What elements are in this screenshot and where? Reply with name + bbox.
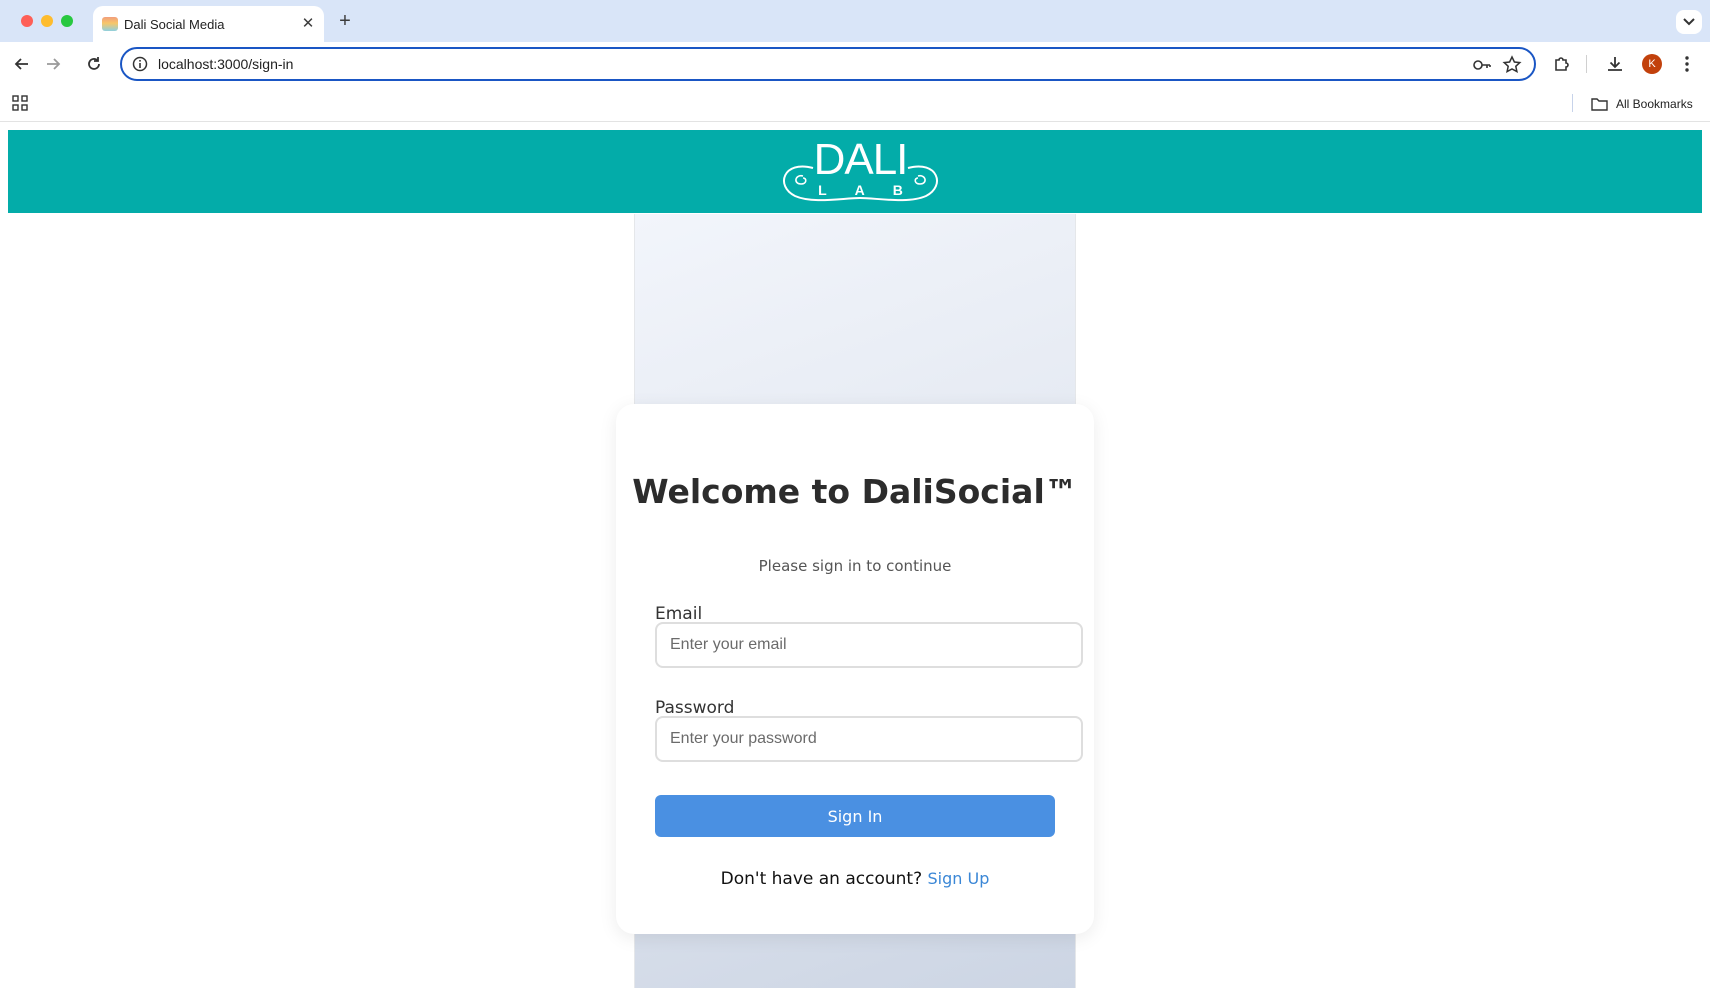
password-label: Password (655, 698, 735, 718)
download-icon (1608, 57, 1622, 71)
info-icon[interactable] (132, 56, 148, 72)
bookmarks-divider (1572, 94, 1573, 112)
reload-button[interactable] (81, 51, 107, 77)
extensions-button[interactable] (1551, 53, 1573, 75)
toolbar-divider (1586, 55, 1587, 73)
address-bar[interactable]: localhost:3000/sign-in (120, 47, 1536, 81)
star-icon[interactable] (1502, 55, 1522, 75)
email-field[interactable] (655, 622, 1083, 668)
apps-button[interactable] (12, 95, 28, 111)
more-vertical-icon (1685, 56, 1689, 72)
arrow-right-icon (47, 58, 61, 70)
signup-prompt-text: Don't have an account? (720, 869, 923, 889)
tab-title: Dali Social Media (124, 17, 225, 32)
folder-icon (1591, 98, 1608, 111)
arrow-left-icon (14, 58, 28, 70)
page-subtitle: Please sign in to continue (758, 557, 952, 575)
url-text[interactable]: localhost:3000/sign-in (158, 56, 293, 72)
close-window-button[interactable] (21, 15, 33, 27)
sign-in-button[interactable]: Sign In (655, 795, 1055, 837)
downloads-button[interactable] (1604, 53, 1626, 75)
favicon-icon (102, 17, 118, 31)
all-bookmarks-label: All Bookmarks (1616, 97, 1693, 111)
bookmarks-bar: All Bookmarks (0, 86, 1710, 122)
new-tab-button[interactable]: + (334, 10, 356, 32)
page-viewport: DALI LAB Welcome to DaliSocial™ Please s… (0, 122, 1710, 988)
browser-menu-button[interactable] (1676, 53, 1698, 75)
signup-prompt-row: Don't have an account? Sign Up (616, 869, 1094, 889)
puzzle-icon (1555, 57, 1569, 71)
page-title: Welcome to DaliSocial™ (632, 472, 1078, 511)
maximize-window-button[interactable] (61, 15, 73, 27)
apps-grid-icon (12, 95, 28, 111)
minimize-window-button[interactable] (41, 15, 53, 27)
password-field[interactable] (655, 716, 1083, 762)
chevron-down-icon (1683, 18, 1695, 26)
site-header: DALI LAB (8, 130, 1702, 213)
signin-card: Welcome to DaliSocial™ Please sign in to… (616, 404, 1094, 934)
all-bookmarks-button[interactable]: All Bookmarks (1591, 94, 1693, 114)
profile-avatar[interactable]: K (1642, 54, 1662, 74)
forward-button[interactable] (40, 51, 66, 77)
logo-wordmark: DALI (813, 135, 909, 184)
browser-tab-active[interactable]: Dali Social Media ✕ (93, 6, 324, 42)
email-label: Email (655, 604, 703, 624)
browser-tab-strip: Dali Social Media ✕ + (0, 0, 1710, 42)
close-icon[interactable]: ✕ (300, 16, 316, 32)
sign-up-link[interactable]: Sign Up (928, 869, 990, 888)
browser-toolbar: localhost:3000/sign-in K (0, 42, 1710, 86)
tab-search-button[interactable] (1676, 10, 1702, 34)
password-key-icon[interactable] (1472, 55, 1492, 75)
logo-subtext: LAB (818, 182, 931, 198)
reload-icon (88, 57, 100, 70)
back-button[interactable] (9, 51, 35, 77)
dali-lab-logo[interactable]: DALI LAB (773, 138, 948, 206)
